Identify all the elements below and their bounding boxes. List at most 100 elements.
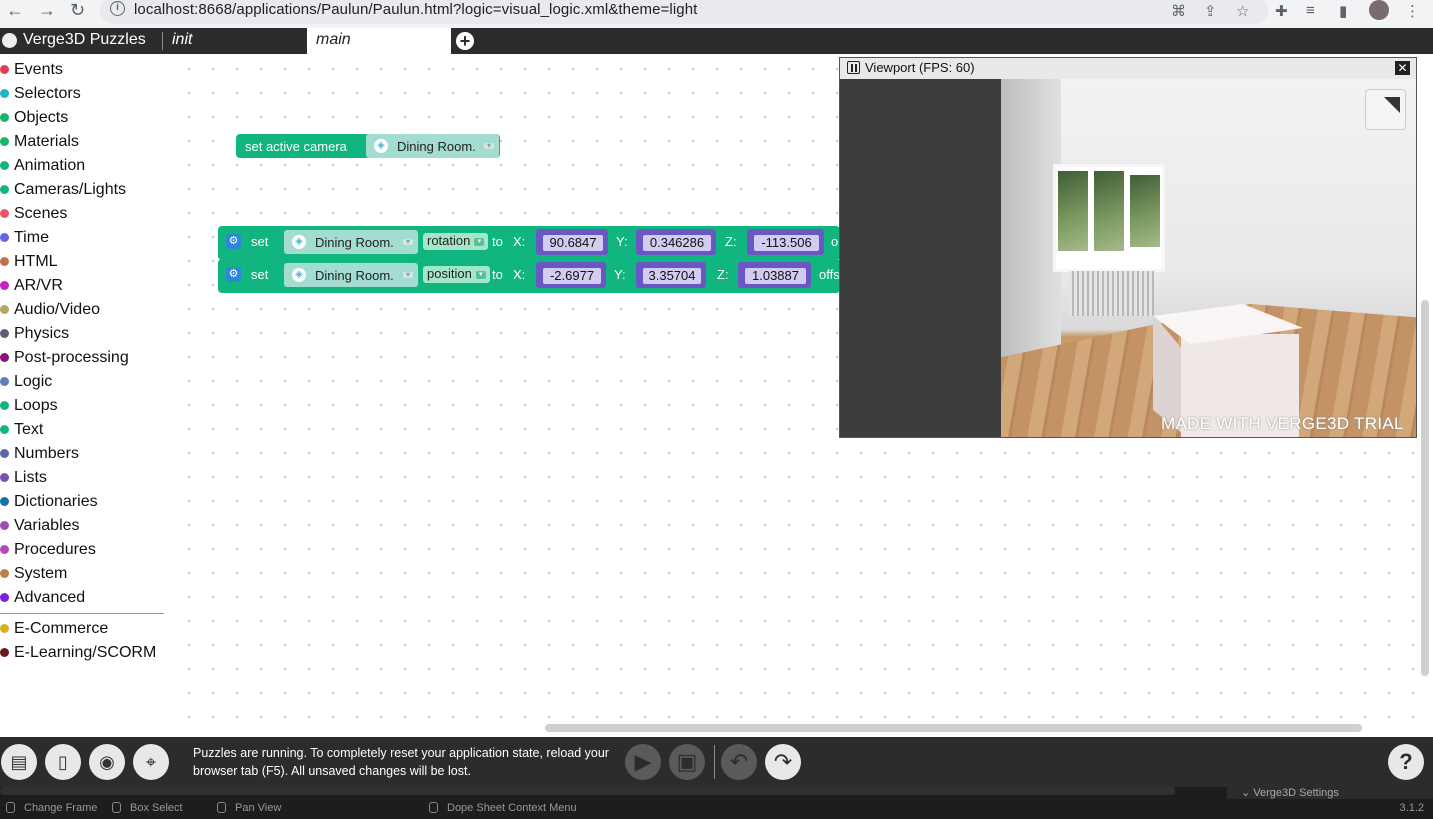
- category-system[interactable]: System: [0, 563, 164, 587]
- rotation-property-dropdown[interactable]: rotation ▾: [423, 233, 489, 250]
- category-scenes[interactable]: Scenes: [0, 203, 164, 227]
- horizontal-scrollbar[interactable]: [545, 724, 1362, 732]
- category-color-dot: [0, 425, 9, 434]
- help-button[interactable]: ?: [1388, 744, 1424, 780]
- url-text[interactable]: localhost:8668/applications/Paulun/Paulu…: [134, 1, 697, 18]
- tab-main[interactable]: main: [307, 28, 451, 54]
- tab-init[interactable]: init: [163, 28, 307, 54]
- position-y-slot[interactable]: 3.35704: [636, 262, 706, 288]
- position-property-dropdown[interactable]: position ▾: [423, 266, 490, 283]
- position-z-value[interactable]: 1.03887: [745, 268, 806, 284]
- category-html[interactable]: HTML: [0, 251, 164, 275]
- category-label: Objects: [14, 109, 69, 126]
- category-label: AR/VR: [14, 277, 63, 294]
- viewport-titlebar[interactable]: Viewport (FPS: 60) ✕: [840, 58, 1416, 79]
- category-lists[interactable]: Lists: [0, 467, 164, 491]
- run-play-button[interactable]: ▶: [625, 744, 661, 780]
- category-post-processing[interactable]: Post-processing: [0, 347, 164, 371]
- position-x-slot[interactable]: -2.6977: [536, 262, 606, 288]
- category-audio-video[interactable]: Audio/Video: [0, 299, 164, 323]
- category-ar-vr[interactable]: AR/VR: [0, 275, 164, 299]
- rotation-z-value[interactable]: -113.506: [754, 235, 819, 251]
- gear-icon[interactable]: ⚙: [226, 234, 241, 249]
- set-active-camera-block[interactable]: set active camera ◈ Dining Room. ▾: [236, 134, 500, 158]
- dropdown-arrow-icon[interactable]: ▾: [403, 271, 413, 279]
- category-animation[interactable]: Animation: [0, 155, 164, 179]
- translate-icon[interactable]: ⌘: [1171, 2, 1186, 20]
- category-objects[interactable]: Objects: [0, 107, 164, 131]
- position-y-value[interactable]: 3.35704: [643, 268, 701, 284]
- category-physics[interactable]: Physics: [0, 323, 164, 347]
- side-panel-icon[interactable]: ▮: [1339, 2, 1347, 20]
- share-icon[interactable]: ⇪: [1204, 2, 1217, 20]
- timeline-scrollbar[interactable]: [0, 787, 1175, 795]
- category-procedures[interactable]: Procedures: [0, 539, 164, 563]
- fullscreen-button[interactable]: [1365, 89, 1406, 130]
- position-z-slot[interactable]: 1.03887: [738, 262, 811, 288]
- category-advanced[interactable]: Advanced: [0, 587, 164, 611]
- media-control-icon[interactable]: ≡: [1306, 2, 1315, 19]
- dropdown-arrow-icon[interactable]: ▾: [403, 238, 413, 246]
- category-cameras-lights[interactable]: Cameras/Lights: [0, 179, 164, 203]
- toolbox-button[interactable]: ▯: [45, 744, 81, 780]
- viewport-3d-scene[interactable]: MADE WITH VERGE3D TRIAL: [1001, 79, 1416, 437]
- set-rotation-block[interactable]: ⚙ set ◈ Dining Room. ▾ rotation ▾ to X: 9…: [218, 226, 840, 260]
- category-materials[interactable]: Materials: [0, 131, 164, 155]
- site-info-icon[interactable]: i: [110, 1, 125, 16]
- rotation-z-slot[interactable]: -113.506: [747, 229, 824, 255]
- redo-button[interactable]: ↷: [765, 744, 801, 780]
- viewport-window[interactable]: Viewport (FPS: 60) ✕ MADE WITH VERGE3D T…: [839, 57, 1417, 438]
- bookmark-star-icon[interactable]: ☆: [1236, 2, 1249, 20]
- category-label: Time: [14, 229, 49, 246]
- category-time[interactable]: Time: [0, 227, 164, 251]
- pause-icon[interactable]: [847, 61, 860, 74]
- camera-object-slot[interactable]: ◈ Dining Room. ▾: [366, 134, 499, 158]
- camera-object-name: Dining Room.: [397, 139, 476, 154]
- screenshot-camera-button[interactable]: ◉: [89, 744, 125, 780]
- verge3d-settings-panel[interactable]: ⌄ Verge3D Settings: [1227, 787, 1433, 799]
- dropdown-arrow-icon[interactable]: ▾: [474, 237, 485, 246]
- category-e-learning-scorm[interactable]: E-Learning/SCORM: [0, 642, 164, 666]
- save-button[interactable]: ▣: [669, 744, 705, 780]
- rotation-x-slot[interactable]: 90.6847: [536, 229, 608, 255]
- target-crosshair-button[interactable]: ⌖: [133, 744, 169, 780]
- rotation-object-slot[interactable]: ◈ Dining Room. ▾: [284, 230, 418, 254]
- undo-button[interactable]: ↶: [721, 744, 757, 780]
- category-numbers[interactable]: Numbers: [0, 443, 164, 467]
- add-tab-plus-icon[interactable]: +: [456, 32, 474, 50]
- object-cube-icon: ◈: [292, 235, 306, 249]
- back-arrow-icon[interactable]: ←: [6, 0, 24, 21]
- rotation-x-value[interactable]: 90.6847: [543, 235, 603, 251]
- rotation-y-value[interactable]: 0.346286: [643, 235, 711, 251]
- category-variables[interactable]: Variables: [0, 515, 164, 539]
- browser-menu-icon[interactable]: ⋮: [1405, 2, 1420, 20]
- category-color-dot: [0, 329, 9, 338]
- category-logic[interactable]: Logic: [0, 371, 164, 395]
- z-label: Z:: [725, 234, 737, 249]
- set-position-block[interactable]: ⚙ set ◈ Dining Room. ▾ position ▾ to X: -…: [218, 259, 840, 293]
- gear-icon[interactable]: ⚙: [226, 267, 241, 282]
- dropdown-arrow-icon[interactable]: ▾: [475, 270, 486, 279]
- category-e-commerce[interactable]: E-Commerce: [0, 618, 164, 642]
- library-button[interactable]: ▤: [1, 744, 37, 780]
- close-icon[interactable]: ✕: [1395, 61, 1410, 75]
- position-object-slot[interactable]: ◈ Dining Room. ▾: [284, 263, 418, 287]
- category-loops[interactable]: Loops: [0, 395, 164, 419]
- mouse-middle-icon: [217, 802, 226, 813]
- extensions-icon[interactable]: ✚: [1275, 2, 1288, 20]
- window-pane: [1130, 175, 1160, 247]
- profile-avatar[interactable]: [1369, 0, 1389, 20]
- category-events[interactable]: Events: [0, 59, 164, 83]
- dropdown-arrow-icon[interactable]: ▾: [484, 142, 494, 150]
- category-label: Procedures: [14, 541, 96, 558]
- category-dictionaries[interactable]: Dictionaries: [0, 491, 164, 515]
- mouse-left-icon: [6, 802, 15, 813]
- vertical-scrollbar[interactable]: [1421, 300, 1429, 676]
- position-x-value[interactable]: -2.6977: [543, 268, 601, 284]
- category-divider: [0, 613, 164, 614]
- category-text[interactable]: Text: [0, 419, 164, 443]
- reload-icon[interactable]: ↻: [70, 0, 85, 21]
- category-selectors[interactable]: Selectors: [0, 83, 164, 107]
- rotation-y-slot[interactable]: 0.346286: [636, 229, 716, 255]
- forward-arrow-icon[interactable]: →: [38, 0, 56, 21]
